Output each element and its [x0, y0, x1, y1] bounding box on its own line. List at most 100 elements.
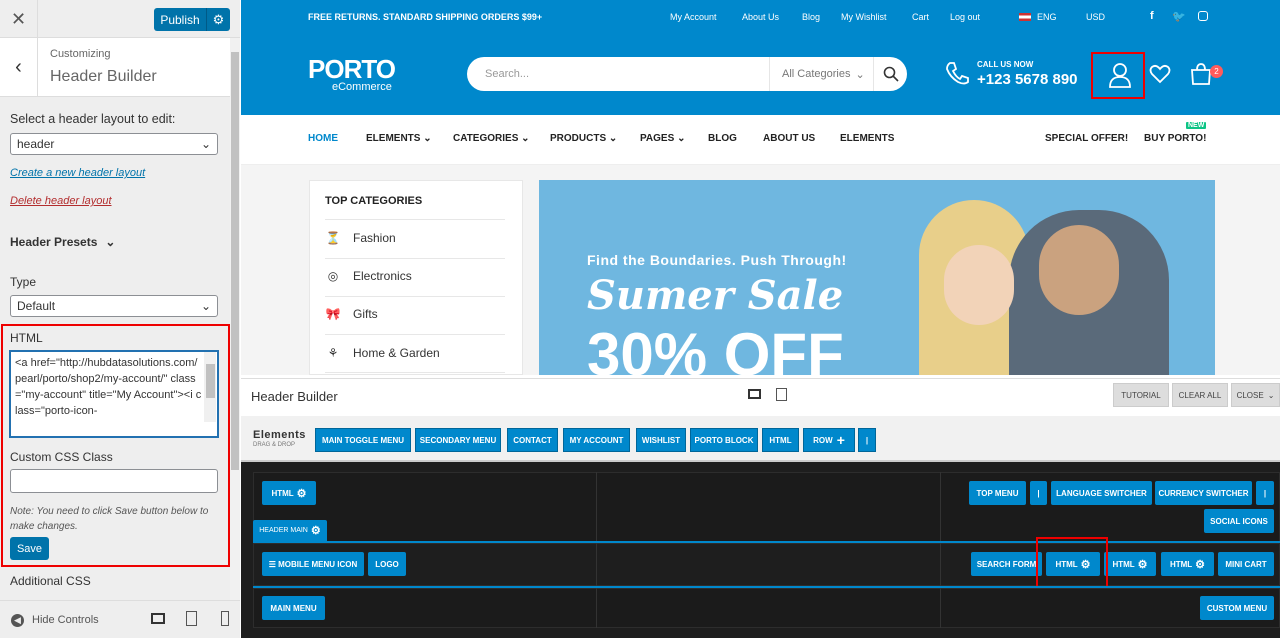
- block-divider[interactable]: |: [1256, 481, 1274, 505]
- category-select[interactable]: All Categories ⌄: [769, 57, 873, 91]
- nav-buy-porto[interactable]: BUY PORTO!: [1144, 133, 1206, 144]
- gear-icon[interactable]: ⚙: [297, 487, 307, 500]
- element-html[interactable]: HTML: [762, 428, 799, 452]
- nav-home[interactable]: HOME: [308, 133, 338, 144]
- nav-about-us[interactable]: ABOUT US: [763, 133, 815, 144]
- link-cart[interactable]: Cart: [912, 12, 929, 22]
- gear-icon[interactable]: ⚙: [1138, 558, 1148, 571]
- textarea-scrollbar-thumb[interactable]: [206, 364, 215, 398]
- element-contact[interactable]: CONTACT: [507, 428, 558, 452]
- nav-products[interactable]: PRODUCTS ⌄: [550, 133, 617, 144]
- link-about-us[interactable]: About Us: [742, 12, 779, 22]
- element-main-toggle-menu[interactable]: MAIN TOGGLE MENU: [315, 428, 411, 452]
- close-builder-button[interactable]: CLOSE ⌄: [1231, 383, 1280, 407]
- layout-select[interactable]: header ⌄: [10, 133, 218, 155]
- column-divider: [596, 472, 597, 542]
- block-divider[interactable]: |: [1030, 481, 1047, 505]
- language-switcher[interactable]: ENG: [1037, 12, 1057, 22]
- block-search-form[interactable]: SEARCH FORM: [971, 552, 1042, 576]
- tablet-preview-icon[interactable]: [186, 611, 197, 626]
- chevron-down-icon: ⌄: [608, 133, 618, 144]
- heart-icon[interactable]: [1149, 64, 1171, 84]
- currency-switcher[interactable]: USD: [1086, 12, 1105, 22]
- phone-number[interactable]: +123 5678 890: [977, 71, 1078, 88]
- nav-elements-2[interactable]: ELEMENTS: [840, 133, 894, 144]
- banner-headline: Sumer Sale: [587, 272, 844, 319]
- element-divider[interactable]: |: [858, 428, 876, 452]
- nav-blog[interactable]: BLOG: [708, 133, 737, 144]
- facebook-icon[interactable]: f: [1150, 10, 1154, 22]
- close-icon[interactable]: ✕: [0, 0, 38, 38]
- call-label: CALL US NOW: [977, 60, 1034, 69]
- css-class-input[interactable]: [10, 469, 218, 493]
- category-home-garden[interactable]: ⚘ Home & Garden: [325, 346, 440, 360]
- block-language-switcher[interactable]: LANGUAGE SWITCHER: [1051, 481, 1152, 505]
- cart-icon[interactable]: [1189, 62, 1213, 86]
- nav-categories[interactable]: CATEGORIES ⌄: [453, 133, 530, 144]
- save-button[interactable]: Save: [10, 537, 49, 560]
- column-divider: [940, 588, 941, 628]
- block-logo[interactable]: LOGO: [368, 552, 406, 576]
- category-gifts[interactable]: 🎀 Gifts: [325, 307, 378, 321]
- hide-controls-icon[interactable]: ◀: [11, 614, 24, 627]
- block-mini-cart[interactable]: MINI CART: [1218, 552, 1274, 576]
- instagram-icon[interactable]: [1198, 11, 1208, 21]
- desktop-preview-icon[interactable]: [151, 613, 165, 624]
- element-secondary-menu[interactable]: SECONDARY MENU: [415, 428, 501, 452]
- gear-icon[interactable]: ⚙: [1195, 558, 1205, 571]
- header-main-tab[interactable]: HEADER MAIN ⚙: [253, 520, 327, 541]
- gear-icon[interactable]: ⚙: [311, 524, 321, 537]
- block-label: HTML: [271, 488, 294, 498]
- element-my-account[interactable]: MY ACCOUNT: [563, 428, 630, 452]
- tablet-view-icon[interactable]: [776, 388, 787, 401]
- category-electronics[interactable]: ◎ Electronics: [325, 269, 412, 283]
- gear-icon[interactable]: ⚙: [206, 8, 230, 31]
- link-my-account[interactable]: My Account: [670, 12, 717, 22]
- link-blog[interactable]: Blog: [802, 12, 820, 22]
- promo-banner[interactable]: Find the Boundaries. Push Through! Sumer…: [539, 180, 1215, 375]
- search-input[interactable]: Search...: [485, 68, 529, 80]
- header-presets-toggle[interactable]: Header Presets ⌄: [10, 235, 115, 249]
- block-label: HTML: [1112, 559, 1135, 569]
- category-fashion[interactable]: ⏳ Fashion: [325, 231, 396, 245]
- divider: [325, 334, 505, 335]
- element-porto-block[interactable]: PORTO BLOCK: [690, 428, 758, 452]
- twitter-icon[interactable]: 🐦: [1172, 10, 1186, 23]
- elements-subtitle: DRAG & DROP: [253, 442, 296, 448]
- block-custom-menu[interactable]: CUSTOM MENU: [1200, 596, 1274, 620]
- element-wishlist[interactable]: WISHLIST: [636, 428, 686, 452]
- block-html[interactable]: HTML ⚙: [1104, 552, 1156, 576]
- banner-man-face: [1039, 225, 1119, 315]
- create-layout-link[interactable]: Create a new header layout: [10, 167, 145, 179]
- user-icon[interactable]: [1108, 62, 1132, 88]
- link-log-out[interactable]: Log out: [950, 12, 980, 22]
- html-textarea[interactable]: <a href="http://hubdatasolutions.com/pea…: [10, 351, 218, 437]
- block-social-icons[interactable]: SOCIAL ICONS: [1204, 509, 1274, 533]
- back-arrow-icon[interactable]: ‹: [0, 38, 38, 97]
- nav-pages[interactable]: PAGES ⌄: [640, 133, 685, 144]
- mobile-preview-icon[interactable]: [221, 611, 229, 626]
- publish-button[interactable]: Publish: [154, 8, 206, 31]
- block-html[interactable]: HTML ⚙: [1161, 552, 1214, 576]
- type-select[interactable]: Default ⌄: [10, 295, 218, 317]
- chevron-down-icon: ⌄: [200, 137, 211, 151]
- nav-elements[interactable]: ELEMENTS ⌄: [366, 133, 432, 144]
- block-currency-switcher[interactable]: CURRENCY SWITCHER: [1155, 481, 1252, 505]
- nav-categories-label: CATEGORIES: [453, 133, 519, 144]
- block-top-menu[interactable]: TOP MENU: [969, 481, 1026, 505]
- search-button[interactable]: [873, 57, 907, 91]
- delete-layout-link[interactable]: Delete header layout: [10, 195, 112, 207]
- block-mobile-menu-icon[interactable]: ☰ MOBILE MENU ICON: [262, 552, 364, 576]
- clear-all-button[interactable]: CLEAR ALL: [1172, 383, 1228, 407]
- element-row[interactable]: ROW +: [803, 428, 855, 452]
- hide-controls-link[interactable]: Hide Controls: [32, 614, 99, 626]
- block-main-menu[interactable]: MAIN MENU: [262, 596, 325, 620]
- sidebar-scrollbar-thumb[interactable]: [231, 52, 239, 470]
- block-html[interactable]: HTML ⚙: [262, 481, 316, 505]
- nav-special-offer[interactable]: SPECIAL OFFER!: [1045, 133, 1128, 144]
- category-label: Home & Garden: [353, 346, 440, 360]
- link-my-wishlist[interactable]: My Wishlist: [841, 12, 887, 22]
- tutorial-button[interactable]: TUTORIAL: [1113, 383, 1169, 407]
- desktop-view-icon[interactable]: [748, 389, 761, 399]
- additional-css-label: Additional CSS: [10, 574, 91, 588]
